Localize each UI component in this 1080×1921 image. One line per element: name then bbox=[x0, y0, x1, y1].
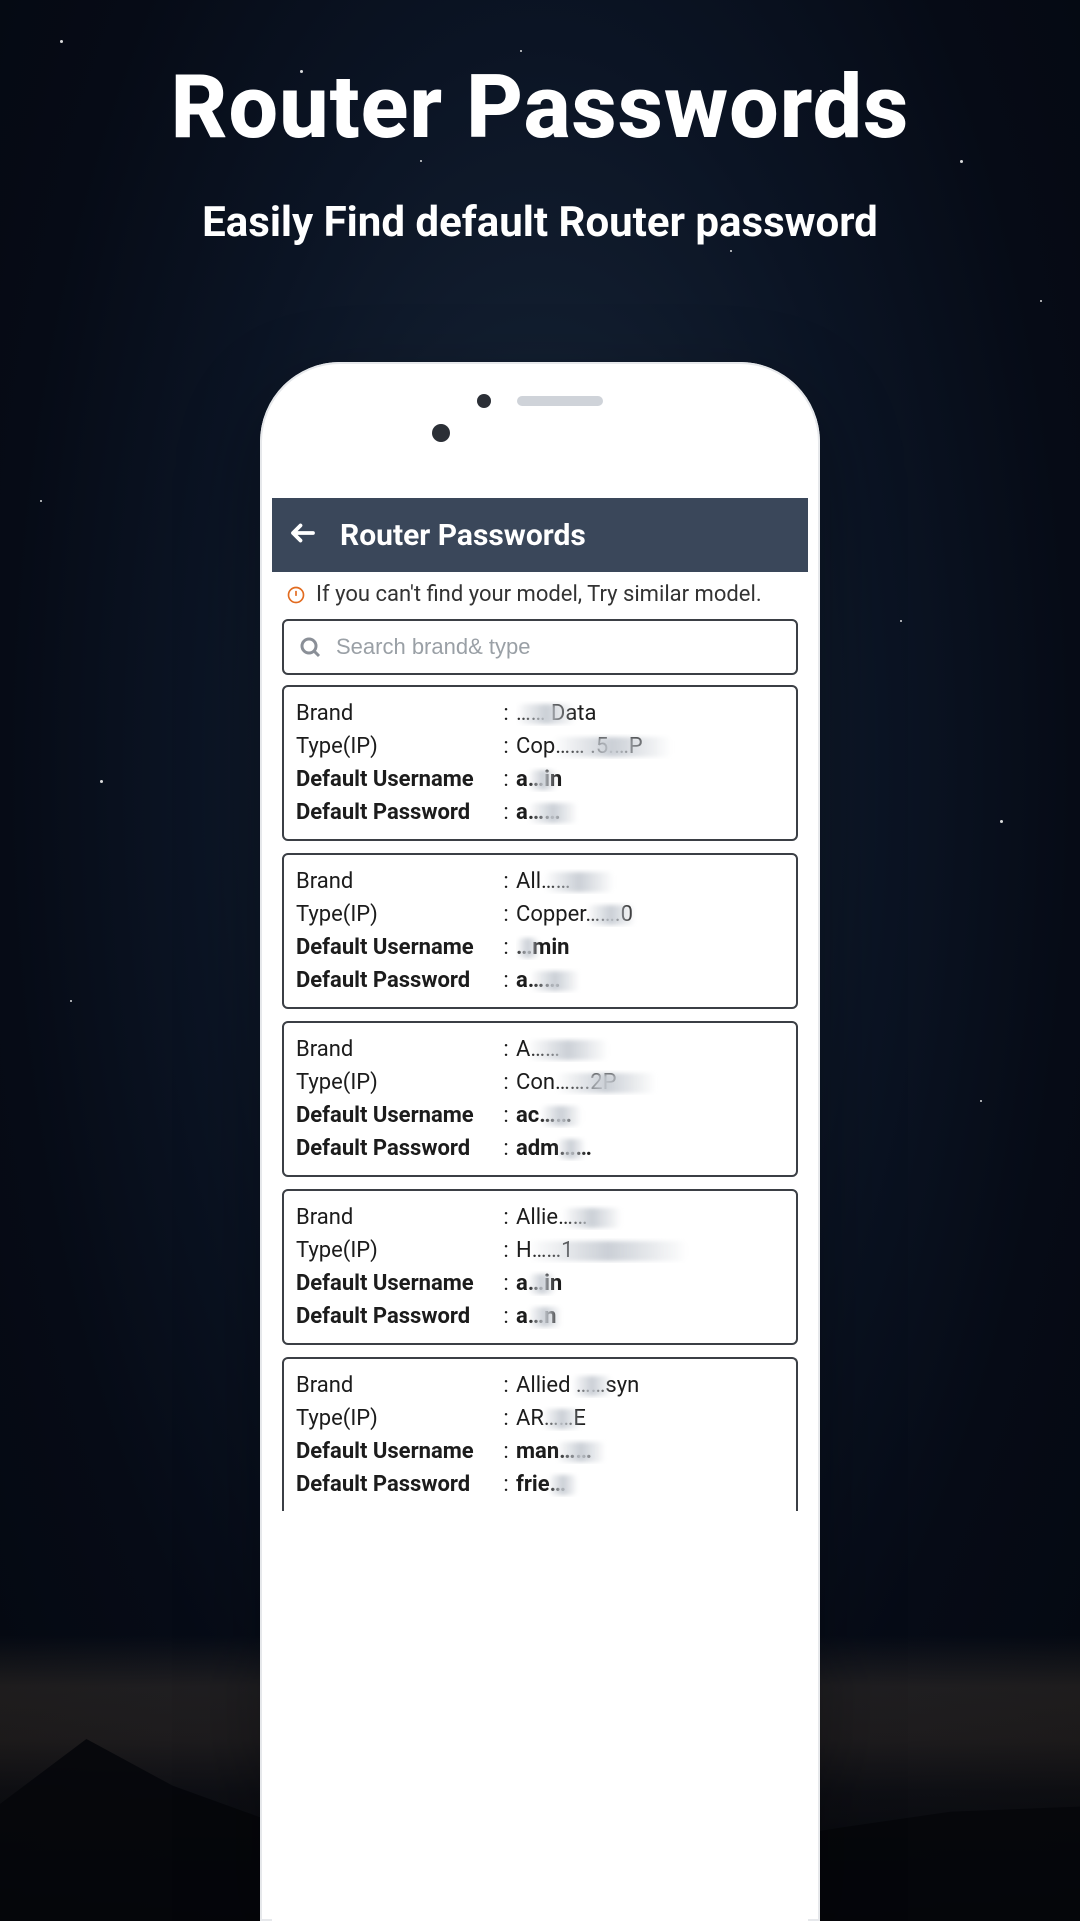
password-card[interactable]: Brand:…… Data Type(IP):Cop…… .5.…P Defau… bbox=[282, 685, 798, 841]
label-username: Default Username bbox=[296, 935, 496, 960]
promo-title: Router Passwords bbox=[0, 56, 1080, 159]
value-brand: All…… bbox=[516, 869, 784, 894]
value-password: adm…… bbox=[516, 1136, 784, 1161]
value-username: ac…… bbox=[516, 1103, 784, 1128]
earpiece-speaker bbox=[517, 396, 603, 406]
colon: : bbox=[496, 1304, 516, 1329]
value-username: …min bbox=[516, 935, 784, 960]
label-password: Default Password bbox=[296, 1304, 496, 1329]
colon: : bbox=[496, 701, 516, 726]
search-icon bbox=[298, 635, 322, 659]
value-brand: A…… bbox=[516, 1037, 784, 1062]
colon: : bbox=[496, 1136, 516, 1161]
password-card[interactable]: Brand:Allied ……syn Type(IP):AR……E Defaul… bbox=[282, 1357, 798, 1511]
label-brand: Brand bbox=[296, 1373, 496, 1398]
colon: : bbox=[496, 869, 516, 894]
colon: : bbox=[496, 734, 516, 759]
app-bar-title: Router Passwords bbox=[340, 518, 586, 553]
label-password: Default Password bbox=[296, 800, 496, 825]
value-brand: Allie…… bbox=[516, 1205, 784, 1230]
value-brand: Allied ……syn bbox=[516, 1373, 784, 1398]
password-card[interactable]: Brand:Allie…… Type(IP):H……1 Default User… bbox=[282, 1189, 798, 1345]
colon: : bbox=[496, 1070, 516, 1095]
value-type: Cop…… .5.…P bbox=[516, 734, 784, 759]
value-username: a…in bbox=[516, 767, 784, 792]
password-card[interactable]: Brand:A…… Type(IP):Con…….2P Default User… bbox=[282, 1021, 798, 1177]
value-type: Con…….2P bbox=[516, 1070, 784, 1095]
colon: : bbox=[496, 1103, 516, 1128]
label-brand: Brand bbox=[296, 869, 496, 894]
value-username: man…… bbox=[516, 1439, 784, 1464]
label-username: Default Username bbox=[296, 767, 496, 792]
label-brand: Brand bbox=[296, 1037, 496, 1062]
value-password: a…… bbox=[516, 800, 784, 825]
label-username: Default Username bbox=[296, 1439, 496, 1464]
info-notice: If you can't find your model, Try simila… bbox=[272, 572, 808, 615]
phone-notch bbox=[477, 394, 603, 408]
label-type: Type(IP) bbox=[296, 1238, 496, 1263]
label-type: Type(IP) bbox=[296, 1070, 496, 1095]
info-notice-text: If you can't find your model, Try simila… bbox=[316, 582, 762, 607]
colon: : bbox=[496, 902, 516, 927]
value-password: a…… bbox=[516, 968, 784, 993]
sensor-dot bbox=[477, 394, 491, 408]
value-password: a…n bbox=[516, 1304, 784, 1329]
value-type: H……1 bbox=[516, 1238, 784, 1263]
phone-mockup: Router Passwords If you can't find your … bbox=[260, 362, 820, 1921]
password-list: Brand:…… Data Type(IP):Cop…… .5.…P Defau… bbox=[272, 685, 808, 1511]
app-screen: Router Passwords If you can't find your … bbox=[272, 498, 808, 1921]
colon: : bbox=[496, 800, 516, 825]
promo-subtitle: Easily Find default Router password bbox=[0, 198, 1080, 247]
colon: : bbox=[496, 935, 516, 960]
arrow-left-icon bbox=[288, 518, 318, 548]
label-brand: Brand bbox=[296, 1205, 496, 1230]
colon: : bbox=[496, 1373, 516, 1398]
colon: : bbox=[496, 1205, 516, 1230]
colon: : bbox=[496, 1406, 516, 1431]
label-type: Type(IP) bbox=[296, 1406, 496, 1431]
label-brand: Brand bbox=[296, 701, 496, 726]
value-type: AR……E bbox=[516, 1406, 784, 1431]
search-input[interactable] bbox=[336, 634, 782, 660]
value-brand: …… Data bbox=[516, 701, 784, 726]
colon: : bbox=[496, 1472, 516, 1497]
label-password: Default Password bbox=[296, 1136, 496, 1161]
label-type: Type(IP) bbox=[296, 734, 496, 759]
search-box[interactable] bbox=[282, 619, 798, 675]
password-card[interactable]: Brand:All…… Type(IP):Copper…….0 Default … bbox=[282, 853, 798, 1009]
label-username: Default Username bbox=[296, 1103, 496, 1128]
label-type: Type(IP) bbox=[296, 902, 496, 927]
colon: : bbox=[496, 1271, 516, 1296]
colon: : bbox=[496, 767, 516, 792]
colon: : bbox=[496, 1238, 516, 1263]
front-camera bbox=[432, 424, 450, 442]
value-password: frie… bbox=[516, 1472, 784, 1497]
colon: : bbox=[496, 1439, 516, 1464]
value-type: Copper…….0 bbox=[516, 902, 784, 927]
back-button[interactable] bbox=[288, 518, 318, 552]
alert-circle-icon bbox=[286, 585, 306, 605]
label-password: Default Password bbox=[296, 968, 496, 993]
app-bar: Router Passwords bbox=[272, 498, 808, 572]
value-username: a…in bbox=[516, 1271, 784, 1296]
label-username: Default Username bbox=[296, 1271, 496, 1296]
colon: : bbox=[496, 968, 516, 993]
label-password: Default Password bbox=[296, 1472, 496, 1497]
colon: : bbox=[496, 1037, 516, 1062]
